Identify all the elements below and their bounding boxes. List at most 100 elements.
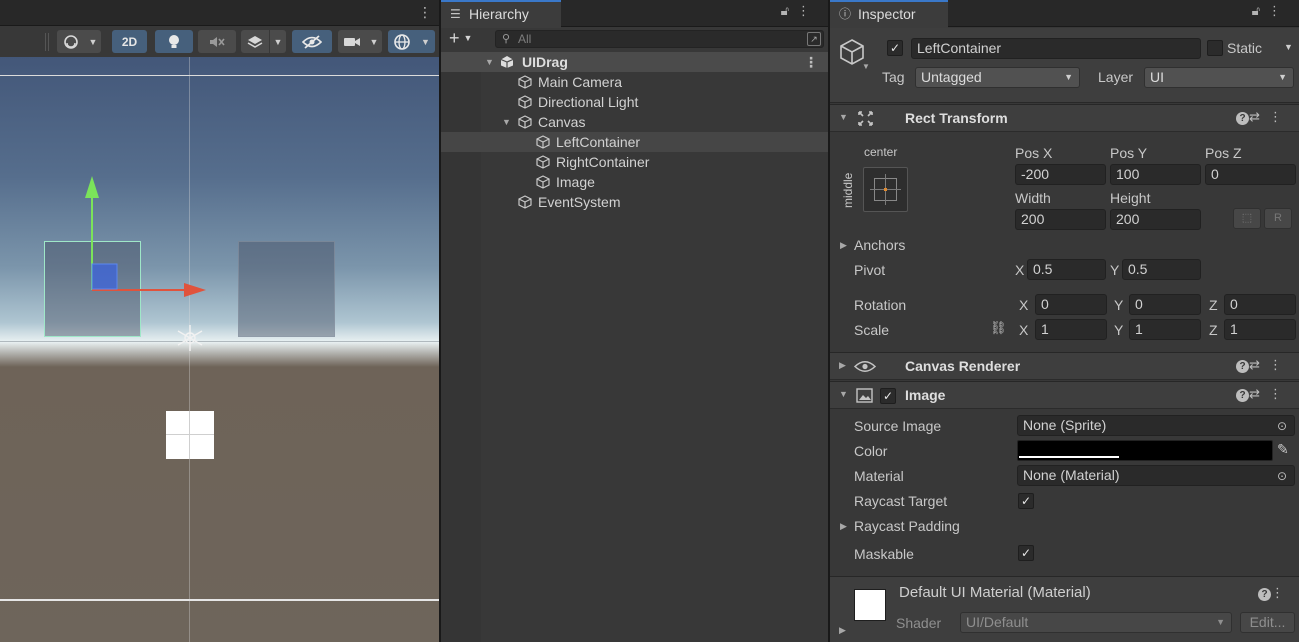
pos-y-input[interactable]: 100 (1110, 164, 1201, 185)
anchor-presets-button[interactable] (863, 167, 908, 212)
anchors-fold-arrow-icon[interactable]: ▶ (840, 240, 847, 251)
shader-dropdown[interactable]: UI/Default ▼ (960, 612, 1232, 633)
help-icon[interactable]: ? (1258, 588, 1271, 601)
material-field[interactable]: None (Material) ⊙ (1017, 465, 1295, 486)
scale-z-input[interactable]: 1 (1224, 319, 1296, 340)
gizmos-button[interactable] (388, 30, 416, 53)
raycast-target-checkbox[interactable]: ✓ (1018, 493, 1034, 509)
more-options-icon[interactable]: ⋮ (1268, 3, 1289, 18)
fold-arrow-icon[interactable]: ▼ (839, 112, 848, 122)
hierarchy-search-input[interactable]: ⚲ All ↗ (495, 30, 824, 48)
lock-icon[interactable]: 🔓︎ (781, 3, 797, 18)
more-options-icon[interactable]: ⋮ (804, 52, 818, 72)
image-component-icon (856, 388, 873, 403)
hierarchy-item-left-container[interactable]: LeftContainer (441, 132, 828, 152)
pos-z-input[interactable]: 0 (1205, 164, 1296, 185)
pos-x-input[interactable]: -200 (1015, 164, 1106, 185)
shading-mode-dropdown[interactable]: ▼ (85, 30, 101, 53)
presets-icon[interactable]: ⇄ (1249, 357, 1269, 372)
more-options-icon[interactable]: ⋮ (1269, 109, 1291, 124)
chevron-down-icon: ▼ (463, 33, 473, 43)
presets-icon[interactable]: ⇄ (1249, 109, 1269, 124)
create-button[interactable]: + ▼ (449, 28, 483, 50)
source-image-field[interactable]: None (Sprite) ⊙ (1017, 415, 1295, 436)
color-swatch[interactable] (1017, 440, 1273, 461)
more-options-icon[interactable]: ⋮ (418, 4, 432, 21)
scene-view[interactable]: ⋮ ▼ 2D ▼ ▼ ▼ (0, 0, 439, 642)
camera-settings-dropdown[interactable]: ▼ (366, 30, 382, 53)
pivot-y-input[interactable]: 0.5 (1122, 259, 1201, 280)
hierarchy-item-image[interactable]: Image (441, 172, 828, 192)
rotation-x-input[interactable]: 0 (1035, 294, 1107, 315)
static-dropdown-caret[interactable]: ▼ (1284, 42, 1293, 52)
constrain-proportions-link-icon[interactable]: ⛓ (990, 320, 1007, 336)
raycast-padding-fold-arrow-icon[interactable]: ▶ (840, 521, 847, 532)
shading-mode-button[interactable] (57, 30, 85, 53)
effects-toggle[interactable] (241, 30, 269, 53)
shader-edit-button[interactable]: Edit... (1240, 612, 1295, 633)
raycast-padding-label[interactable]: Raycast Padding (854, 518, 960, 534)
right-container-object[interactable] (238, 241, 335, 337)
eyedropper-icon[interactable]: ✎ (1277, 441, 1289, 458)
expand-arrow-icon[interactable]: ▼ (485, 52, 494, 72)
object-picker-icon[interactable]: ⊙ (1274, 468, 1290, 484)
anchors-label[interactable]: Anchors (854, 237, 905, 253)
more-options-icon[interactable]: ⋮ (797, 3, 818, 18)
pivot-y-axis-label: Y (1110, 262, 1120, 278)
hierarchy-tab[interactable]: ☰ Hierarchy (441, 0, 561, 28)
fold-arrow-icon[interactable]: ▼ (839, 389, 848, 399)
maskable-checkbox[interactable]: ✓ (1018, 545, 1034, 561)
static-checkbox[interactable] (1207, 40, 1223, 56)
raw-edit-mode-button[interactable]: R (1264, 208, 1292, 229)
material-fold-arrow-icon[interactable]: ▶ (839, 625, 846, 636)
gizmos-dropdown[interactable]: ▼ (416, 30, 435, 53)
layer-dropdown[interactable]: UI ▼ (1144, 67, 1294, 88)
more-options-icon[interactable]: ⋮ (1269, 386, 1291, 401)
more-options-icon[interactable]: ⋮ (1271, 585, 1293, 600)
scene-viewport[interactable] (0, 57, 439, 642)
hierarchy-item-directional-light[interactable]: Directional Light (441, 92, 828, 112)
audio-toggle[interactable] (198, 30, 236, 53)
icon-dropdown-caret[interactable]: ▼ (862, 62, 870, 71)
search-placeholder: All (518, 32, 532, 46)
help-icon[interactable]: ? (1236, 360, 1250, 373)
hierarchy-scene-row[interactable]: ▼ UIDrag ⋮ (441, 52, 828, 72)
scale-y-input[interactable]: 1 (1129, 319, 1201, 340)
move-gizmo[interactable] (80, 172, 210, 297)
height-input[interactable]: 200 (1110, 209, 1201, 230)
canvas-renderer-header[interactable]: ▶ Canvas Renderer ? ⇄⋮ (830, 352, 1299, 380)
rect-transform-header[interactable]: ▼ Rect Transform ? ⇄⋮ (830, 104, 1299, 132)
width-input[interactable]: 200 (1015, 209, 1106, 230)
scale-x-input[interactable]: 1 (1035, 319, 1107, 340)
presets-icon[interactable]: ⇄ (1249, 386, 1269, 401)
rotation-z-input[interactable]: 0 (1224, 294, 1296, 315)
camera-settings-button[interactable] (338, 30, 366, 53)
mode-2d-button[interactable]: 2D (112, 30, 147, 53)
fold-arrow-icon[interactable]: ▶ (839, 360, 846, 371)
scene-visibility-toggle[interactable] (292, 30, 332, 53)
pivot-x-input[interactable]: 0.5 (1027, 259, 1106, 280)
more-options-icon[interactable]: ⋮ (1269, 357, 1291, 372)
object-name-input[interactable]: LeftContainer (911, 38, 1201, 59)
help-icon[interactable]: ? (1236, 112, 1250, 125)
rotation-y-input[interactable]: 0 (1129, 294, 1201, 315)
image-enabled-checkbox[interactable]: ✓ (880, 388, 896, 404)
hierarchy-item-event-system[interactable]: EventSystem (441, 192, 828, 212)
expand-arrow-icon[interactable]: ▼ (502, 112, 511, 132)
inspector-tab[interactable]: ⓘ Inspector (830, 0, 948, 28)
lock-icon[interactable]: 🔓︎ (1252, 3, 1268, 18)
hierarchy-item-canvas[interactable]: ▼ Canvas (441, 112, 828, 132)
lighting-toggle[interactable] (155, 30, 193, 53)
search-expand-icon[interactable]: ↗ (807, 32, 821, 46)
active-checkbox[interactable]: ✓ (887, 40, 903, 56)
hierarchy-item-right-container[interactable]: RightContainer (441, 152, 828, 172)
object-picker-icon[interactable]: ⊙ (1274, 418, 1290, 434)
tag-dropdown[interactable]: Untagged ▼ (915, 67, 1080, 88)
blueprint-mode-button[interactable]: ⬚ (1233, 208, 1261, 229)
hierarchy-item-main-camera[interactable]: Main Camera (441, 72, 828, 92)
help-icon[interactable]: ? (1236, 389, 1250, 402)
image-object[interactable] (166, 411, 214, 459)
effects-dropdown[interactable]: ▼ (270, 30, 286, 53)
image-component-header[interactable]: ▼ ✓ Image ? ⇄⋮ (830, 381, 1299, 409)
directional-light-gizmo-icon[interactable] (174, 322, 206, 354)
